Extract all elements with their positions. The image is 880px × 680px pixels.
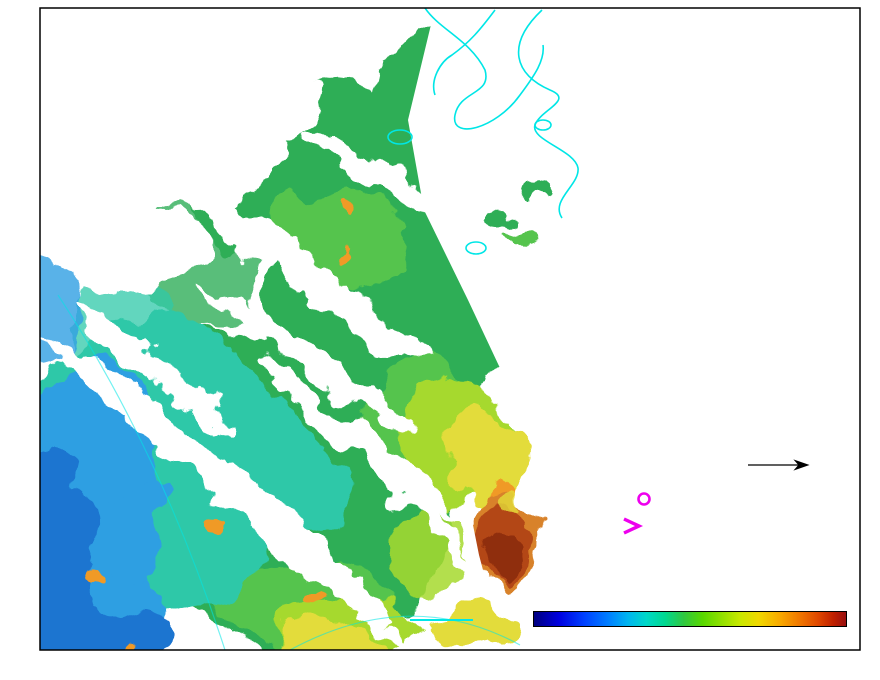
date-annotation [712, 332, 858, 422]
map-figure [0, 0, 880, 680]
colorbar [533, 611, 847, 627]
